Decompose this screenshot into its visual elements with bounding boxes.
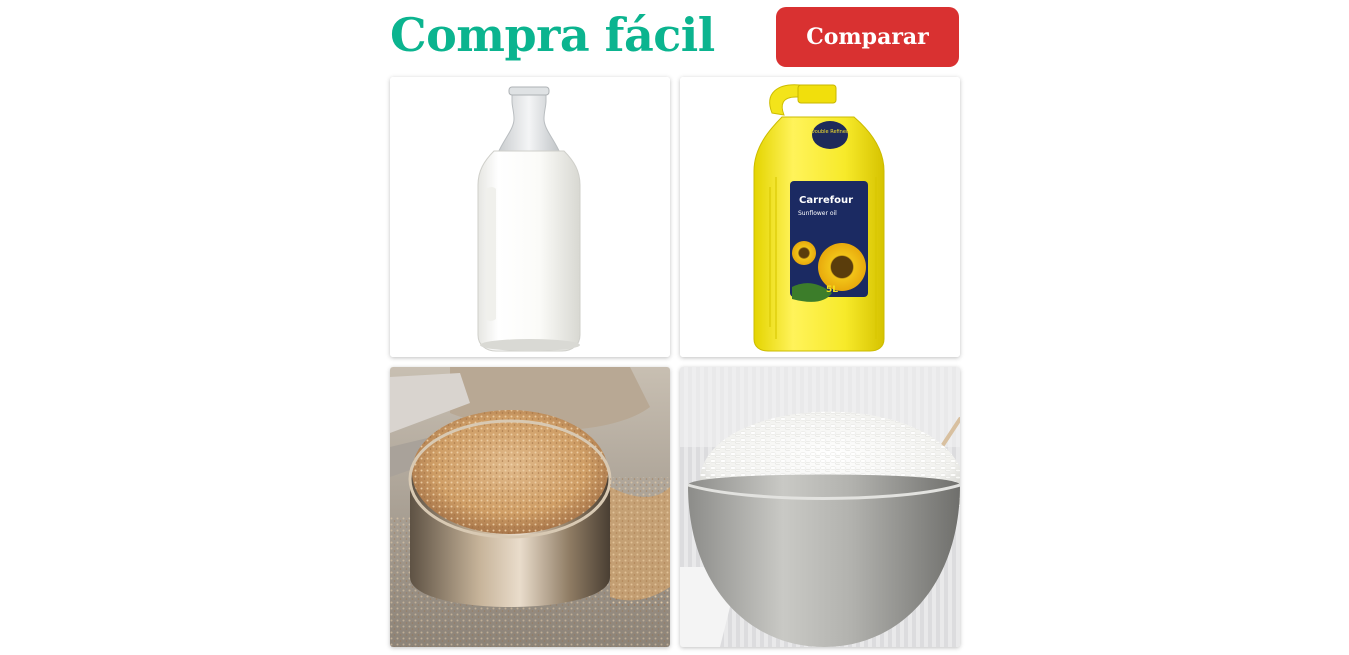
milk-bottle-image — [390, 77, 670, 357]
sunflower-oil-bottle-image: Double Refined Carrefour Sunflower oil 5… — [680, 77, 960, 357]
white-rice-bowl-image — [680, 367, 960, 647]
oil-type-text: Sunflower oil — [798, 210, 837, 217]
brown-sugar-cup-image — [390, 367, 670, 647]
product-card-milk[interactable] — [390, 77, 670, 357]
header: Compra fácil Comparar — [390, 0, 960, 77]
oil-volume-text: 5L — [826, 285, 838, 295]
page-container: Compra fácil Comparar Double Refined Car… — [390, 0, 960, 647]
page-title: Compra fácil — [390, 8, 715, 62]
product-grid: Double Refined Carrefour Sunflower oil 5… — [390, 77, 960, 647]
oil-seal-text: Double Refined — [811, 129, 849, 135]
product-card-rice[interactable] — [680, 367, 960, 647]
product-card-sugar[interactable] — [390, 367, 670, 647]
oil-brand-text: Carrefour — [799, 195, 853, 206]
product-card-oil[interactable]: Double Refined Carrefour Sunflower oil 5… — [680, 77, 960, 357]
compare-button[interactable]: Comparar — [776, 7, 959, 67]
